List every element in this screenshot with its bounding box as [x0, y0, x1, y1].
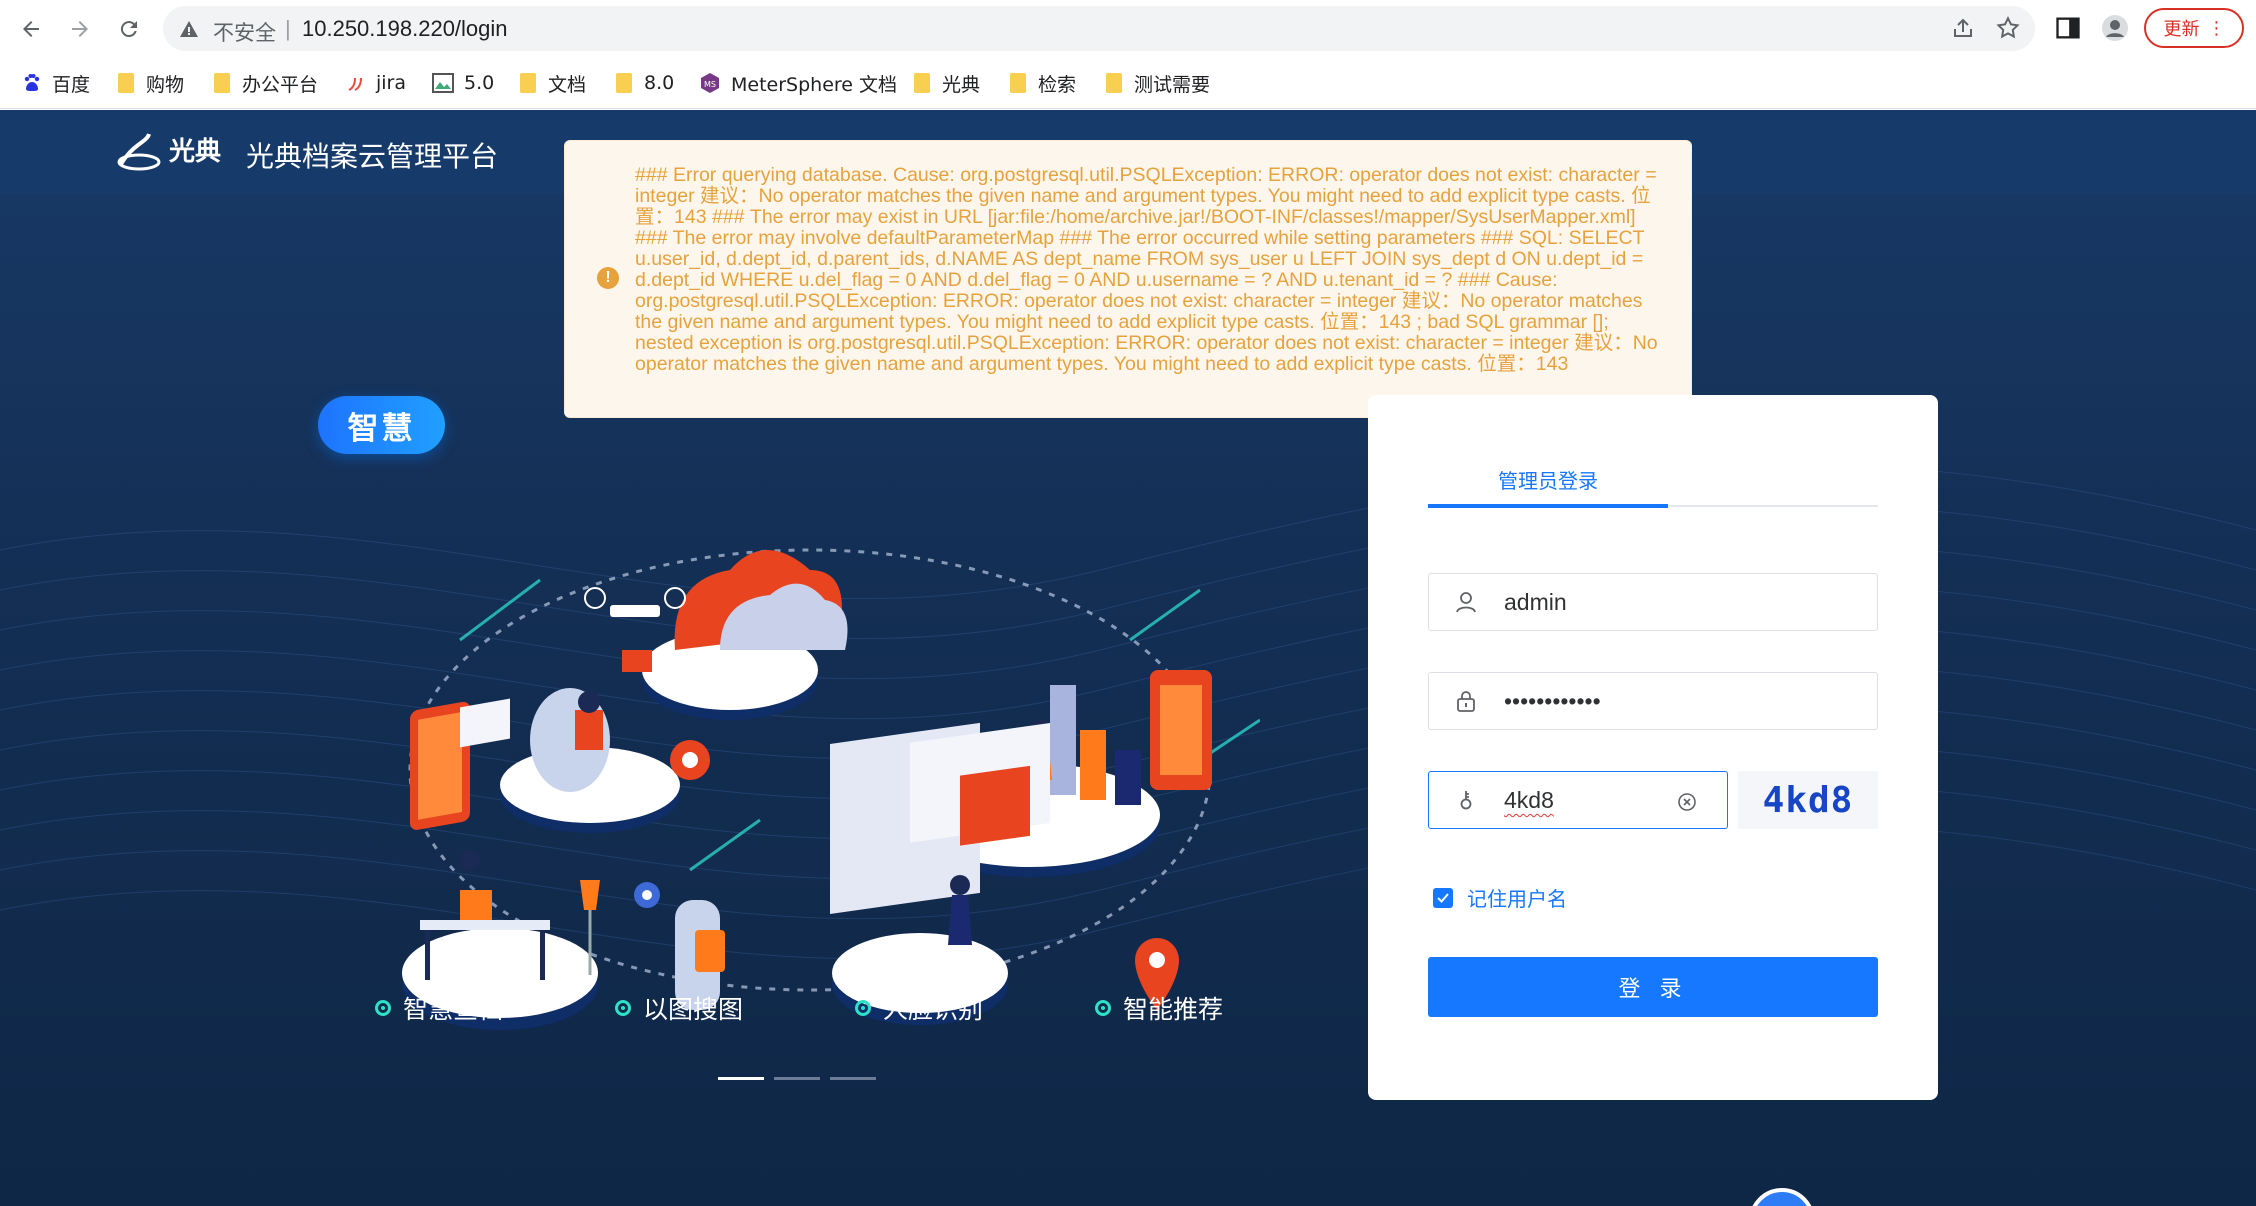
- clear-input-icon[interactable]: [1677, 792, 1697, 812]
- lock-icon: [1457, 691, 1475, 712]
- platform-title: 光典档案云管理平台: [246, 140, 499, 173]
- remember-username-checkbox[interactable]: 记住用户名: [1433, 883, 1567, 912]
- metersphere-icon: MS: [701, 73, 719, 93]
- folder-icon: [1010, 72, 1028, 94]
- username-field[interactable]: admin: [1428, 573, 1878, 631]
- bookmark-label: 8.0: [644, 72, 675, 94]
- profile-avatar-icon[interactable]: [2101, 14, 2129, 42]
- bookmark-label: 百度: [52, 73, 91, 96]
- feature-label: 人脸识别: [883, 995, 984, 1024]
- brand-logo-text: 光典: [168, 137, 221, 167]
- arrow-left-icon: [23, 21, 39, 37]
- folder-icon: [118, 72, 136, 94]
- url-text[interactable]: 10.250.198.220/login: [302, 16, 508, 42]
- bookmark-label: 检索: [1038, 73, 1077, 96]
- login-card: 管理员登录 admin •••••••••••• 4kd8 4kd8 记住用户名…: [1368, 395, 1938, 1100]
- bookmark-label: MeterSphere 文档: [731, 73, 898, 96]
- check-icon: [1437, 892, 1449, 903]
- feature-bullet-icon: [1095, 1000, 1111, 1016]
- platform-person-chair: [500, 688, 680, 833]
- security-status[interactable]: 不安全: [213, 17, 276, 47]
- captcha-field[interactable]: 4kd8: [1428, 771, 1728, 829]
- back-button[interactable]: [14, 12, 48, 46]
- feature-zhihui-chadang: 智慧查档: [375, 990, 503, 1026]
- bookmark-label: 测试需要: [1134, 73, 1211, 96]
- carousel-indicator-2[interactable]: [774, 1077, 820, 1080]
- bookmark-gouwu[interactable]: 购物: [118, 69, 184, 97]
- folder-icon: [520, 72, 538, 94]
- feature-bullet-icon: [615, 1000, 631, 1016]
- bookmark-label: 光典: [942, 73, 981, 96]
- bookmark-label: 购物: [146, 73, 185, 96]
- feature-bullet-icon: [855, 1000, 871, 1016]
- password-field[interactable]: ••••••••••••: [1428, 672, 1878, 730]
- captcha-input[interactable]: 4kd8: [1504, 787, 1554, 814]
- svg-text:MS: MS: [704, 80, 716, 89]
- forward-button[interactable]: [63, 12, 97, 46]
- security-separator: |: [285, 16, 291, 41]
- password-input[interactable]: ••••••••••••: [1504, 688, 1601, 715]
- folder-icon: [616, 72, 634, 94]
- browser-toolbar: 不安全 | 10.250.198.220/login 更新 ⋮: [0, 0, 2256, 57]
- feature-label: 智能推荐: [1123, 995, 1224, 1024]
- feature-renlian-shibie: 人脸识别: [855, 990, 983, 1026]
- folder-icon: [1106, 72, 1124, 94]
- bookmark-guangdian[interactable]: 光典: [914, 69, 980, 97]
- bookmark-baidu[interactable]: 百度: [22, 69, 90, 97]
- feature-yitu-soutu: 以图搜图: [615, 990, 743, 1026]
- bookmark-wendang[interactable]: 文档: [520, 69, 586, 97]
- carousel-indicator-3[interactable]: [830, 1077, 876, 1080]
- bookmarks-bar: 百度 购物 办公平台 jira 5.0 文档 8.0 MS MeterSpher…: [0, 57, 2256, 109]
- phone-left: [410, 698, 510, 830]
- error-notification: ! ### Error querying database. Cause: or…: [564, 140, 1692, 418]
- floating-help-bubble[interactable]: [1749, 1188, 1815, 1206]
- error-message-text: ### Error querying database. Cause: org.…: [635, 164, 1658, 375]
- bookmark-jira[interactable]: jira: [346, 69, 406, 97]
- bookmark-label: 办公平台: [242, 73, 319, 96]
- bookmark-8-0[interactable]: 8.0: [616, 69, 674, 97]
- feature-zhineng-tuijian: 智能推荐: [1095, 990, 1223, 1026]
- update-label: 更新: [2163, 19, 2200, 40]
- user-icon: [1456, 592, 1476, 613]
- login-page: 光典 光典档案云管理平台 ! ### Error querying databa…: [0, 110, 2256, 1206]
- feature-bullet-icon: [375, 1000, 391, 1016]
- image-icon: [432, 73, 454, 93]
- bookmark-label: 文档: [548, 73, 587, 96]
- feature-label: 以图搜图: [643, 995, 744, 1024]
- folder-icon: [214, 72, 232, 94]
- key-icon: [1460, 791, 1472, 810]
- reload-icon: [120, 21, 137, 38]
- checkbox-checked-icon[interactable]: [1433, 887, 1453, 908]
- login-button[interactable]: 登 录: [1428, 957, 1878, 1017]
- warning-triangle-icon: [180, 21, 198, 37]
- more-menu-icon: ⋮: [2207, 17, 2226, 39]
- bookmark-jiansuo[interactable]: 检索: [1010, 69, 1076, 97]
- tab-admin-login[interactable]: 管理员登录: [1428, 465, 1668, 507]
- update-button[interactable]: 更新 ⋮: [2144, 8, 2244, 48]
- sidebar-toggle-icon[interactable]: [2054, 14, 2082, 42]
- bookmark-5-0[interactable]: 5.0: [432, 69, 494, 97]
- feature-label: 智慧查档: [403, 995, 504, 1024]
- brand-logo: 光典: [117, 133, 221, 171]
- bookmark-star-icon[interactable]: [1995, 15, 2021, 41]
- arrow-right-icon: [72, 21, 88, 37]
- reload-button[interactable]: [112, 12, 146, 46]
- baidu-paw-icon: [24, 74, 40, 91]
- bookmark-metersphere[interactable]: MS MeterSphere 文档: [699, 69, 897, 97]
- carousel-indicator-1[interactable]: [718, 1077, 764, 1080]
- jira-icon: [348, 77, 362, 91]
- address-bar[interactable]: 不安全 | 10.250.198.220/login: [163, 6, 2035, 51]
- warning-circle-icon: !: [597, 267, 619, 289]
- bookmark-label: 5.0: [464, 72, 495, 94]
- bookmark-ceshi[interactable]: 测试需要: [1106, 69, 1210, 97]
- captcha-image[interactable]: 4kd8: [1738, 771, 1878, 829]
- remember-label: 记住用户名: [1467, 887, 1567, 911]
- share-icon[interactable]: [1951, 17, 1975, 41]
- bookmark-label: jira: [376, 72, 407, 94]
- platform-cloud: [642, 550, 848, 720]
- tab-active-indicator: [1428, 504, 1668, 508]
- folder-icon: [914, 72, 932, 94]
- bookmark-bangong[interactable]: 办公平台: [214, 69, 318, 97]
- username-input[interactable]: admin: [1504, 589, 1567, 616]
